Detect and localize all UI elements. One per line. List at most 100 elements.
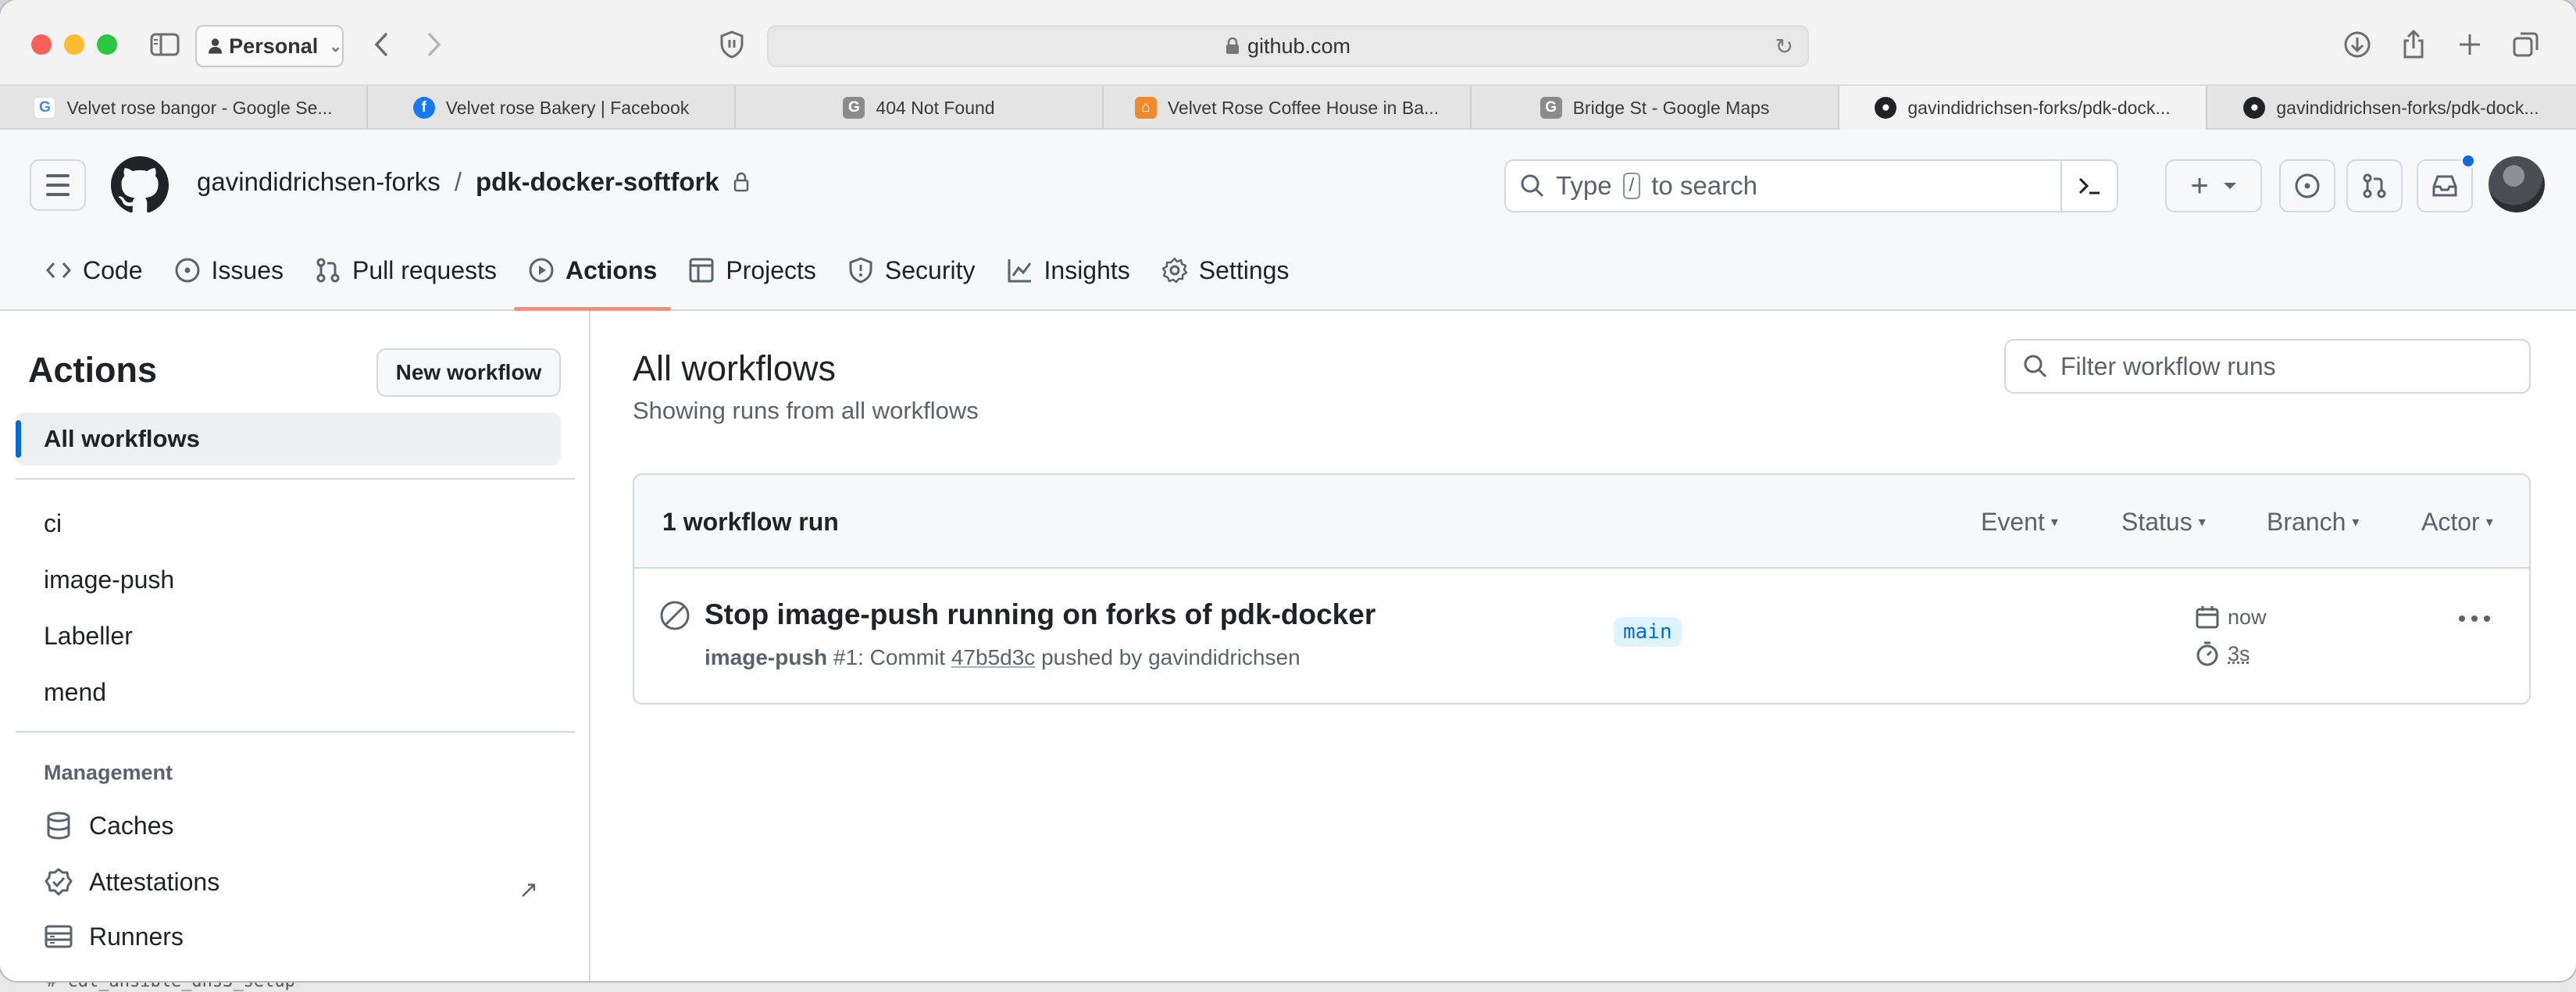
sidebar-item-labeller[interactable]: Labeller [44, 622, 133, 651]
share-icon[interactable] [2396, 25, 2431, 64]
forward-icon[interactable] [419, 25, 450, 64]
repo-owner-link[interactable]: gavindidrichsen-forks [197, 167, 441, 197]
github-header: gavindidrichsen-forks / pdk-docker-softf… [0, 130, 2576, 311]
sidebar-item-caches[interactable]: Caches [44, 811, 174, 840]
tab-label: Velvet rose bangor - Google Se... [66, 97, 333, 118]
cancelled-status-icon [660, 601, 690, 630]
run-options-icon[interactable] [2459, 616, 2490, 622]
branch-filter-button[interactable]: Branch ▾ [2267, 508, 2359, 537]
browser-tab[interactable]: G 404 Not Found [736, 86, 1104, 130]
downloads-icon[interactable] [2340, 25, 2374, 64]
tab-code[interactable]: Code [31, 241, 157, 300]
tab-label: Code [83, 255, 143, 284]
private-lock-icon [733, 172, 748, 192]
repo-breadcrumb: gavindidrichsen-forks / pdk-docker-softf… [197, 167, 749, 197]
new-tab-icon[interactable] [2453, 25, 2487, 64]
tab-label: Insights [1044, 255, 1130, 284]
tab-label: Velvet rose Bakery | Facebook [445, 97, 690, 118]
calendar-icon [2196, 606, 2219, 629]
run-number: #1 [833, 645, 858, 669]
back-icon[interactable] [366, 25, 397, 64]
server-icon [45, 925, 73, 948]
sidebar-item-image-push[interactable]: image-push [44, 566, 174, 594]
tab-projects[interactable]: Projects [674, 241, 830, 300]
browser-tab-active[interactable]: ● gavindidrichsen-forks/pdk-dock... [1839, 86, 2207, 130]
code-icon [45, 262, 72, 278]
commit-prefix: : Commit [858, 645, 946, 669]
tab-overview-icon[interactable] [2509, 25, 2543, 64]
sidebar-item-ci[interactable]: ci [44, 509, 62, 538]
plus-icon: + [2190, 168, 2209, 203]
profile-selector[interactable]: Personal ⌄ [195, 25, 344, 67]
avatar[interactable] [2489, 156, 2545, 212]
command-palette-icon[interactable] [2060, 161, 2117, 211]
branch-badge[interactable]: main [1614, 617, 1682, 647]
minimize-window-button[interactable] [64, 34, 84, 55]
menu-button[interactable] [30, 159, 86, 211]
management-heading: Management [44, 761, 173, 784]
actor-filter-button[interactable]: Actor ▾ [2421, 508, 2493, 537]
zoom-window-button[interactable] [97, 34, 117, 55]
pull-request-icon [316, 258, 340, 283]
filter-label: Status [2121, 508, 2192, 536]
browser-tab[interactable]: G Velvet rose bangor - Google Se... [0, 86, 368, 130]
privacy-shield-icon[interactable] [712, 25, 751, 64]
repo-name-link[interactable]: pdk-docker-softfork [476, 167, 719, 197]
sidebar-toggle-icon[interactable] [145, 25, 184, 64]
tab-security[interactable]: Security [833, 241, 990, 300]
table-icon [689, 258, 714, 283]
page-title: All workflows [633, 348, 837, 388]
github-logo-icon[interactable] [111, 156, 169, 214]
create-new-button[interactable]: + [2165, 159, 2262, 212]
sidebar-item-runners[interactable]: Runners [44, 922, 184, 951]
sidebar-item-mend[interactable]: mend [44, 678, 106, 707]
issues-icon[interactable] [2279, 159, 2335, 212]
tab-issues[interactable]: Issues [160, 241, 298, 300]
github-icon: ● [2243, 97, 2266, 119]
tab-insights[interactable]: Insights [993, 241, 1144, 300]
tab-pull-requests[interactable]: Pull requests [301, 241, 511, 300]
table-row[interactable]: Stop image-push running on forks of pdk-… [634, 569, 2529, 703]
filter-label: Event [1981, 508, 2045, 536]
browser-tab-bar: G Velvet rose bangor - Google Se... f Ve… [0, 86, 2576, 130]
tab-label: Actions [565, 255, 658, 284]
address-bar[interactable]: github.com ↻ [767, 25, 1809, 67]
tab-label: Security [884, 255, 976, 284]
filter-runs-input[interactable]: Filter workflow runs [2004, 339, 2531, 394]
issues-icon [175, 258, 199, 283]
stopwatch-icon [2196, 641, 2218, 666]
browser-window: Personal ⌄ github.com ↻ G Velvet rose ba… [0, 0, 2576, 981]
search-icon [2024, 355, 2047, 378]
search-input[interactable]: Type / to search [1504, 159, 2118, 212]
caret-down-icon [2223, 183, 2236, 189]
runs-list-header: 1 workflow run Event ▾ Status ▾ Branch ▾ Ac… [634, 475, 2529, 569]
filter-placeholder: Filter workflow runs [2060, 351, 2276, 380]
run-count: 1 workflow run [662, 508, 839, 536]
browser-tab[interactable]: ⌂ Velvet Rose Coffee House in Ba... [1104, 86, 1472, 130]
event-filter-button[interactable]: Event ▾ [1981, 508, 2058, 537]
sidebar-item-label: Attestations [89, 867, 220, 896]
lock-icon [1226, 37, 1239, 54]
browser-tab[interactable]: f Velvet rose Bakery | Facebook [368, 86, 736, 130]
play-icon [529, 258, 554, 283]
reload-icon[interactable]: ↻ [1775, 34, 1793, 59]
close-window-button[interactable] [31, 34, 52, 55]
workflow-runs-main: All workflows Showing runs from all work… [592, 311, 2576, 981]
status-filter-button[interactable]: Status ▾ [2121, 508, 2206, 537]
run-title-link[interactable]: Stop image-push running on forks of pdk-… [705, 598, 1375, 631]
browser-tab[interactable]: G Bridge St - Google Maps [1472, 86, 1839, 130]
tab-settings[interactable]: Settings [1147, 241, 1304, 300]
database-icon [47, 812, 70, 840]
tab-actions[interactable]: Actions [513, 241, 672, 311]
sidebar-title: Actions [28, 350, 158, 390]
sidebar-item-all-workflows[interactable]: All workflows [16, 412, 561, 466]
browser-tab[interactable]: ● gavindidrichsen-forks/pdk-dock... [2207, 86, 2575, 130]
pull-requests-icon[interactable] [2346, 159, 2403, 212]
run-time: now [2195, 605, 2267, 630]
google-icon: G [34, 97, 56, 119]
new-workflow-button[interactable]: New workflow [376, 348, 561, 397]
sidebar-item-attestations[interactable]: Attestations [44, 867, 219, 897]
commit-sha-link[interactable]: 47b5d3c [951, 645, 1035, 669]
run-workflow-name: image-push [705, 645, 828, 669]
sidebar-item-label: Runners [89, 922, 184, 951]
